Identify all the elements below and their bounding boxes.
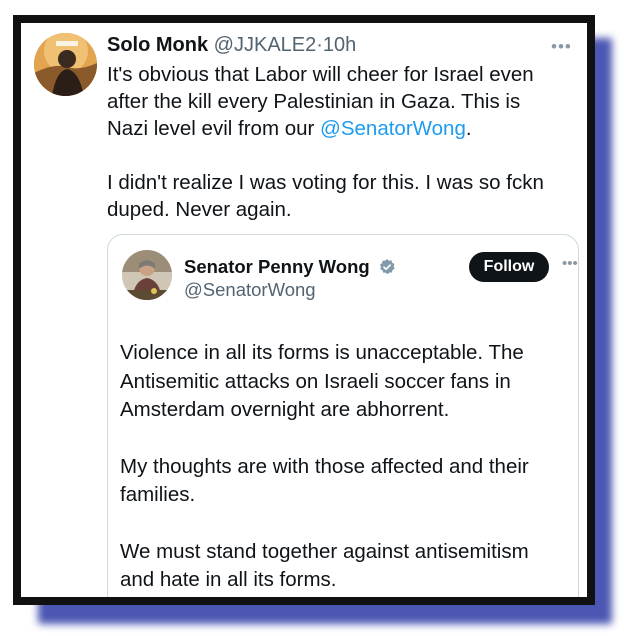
text-line: duped. Never again.	[107, 198, 292, 221]
quoted-tweet-text: Violence in all its forms is unacceptabl…	[120, 339, 570, 595]
text-line: Nazi level evil from our @SenatorWong.	[107, 115, 577, 142]
timestamp[interactable]: 10h	[323, 34, 356, 56]
follow-button[interactable]: Follow	[469, 252, 549, 282]
text-line: and hate in all its forms.	[120, 568, 337, 591]
text-line: My thoughts are with those affected and …	[120, 454, 529, 478]
avatar-illustration	[34, 33, 97, 96]
quoted-avatar[interactable]	[122, 250, 172, 300]
separator-dot: ·	[316, 34, 323, 56]
text-line: We must stand together against antisemit…	[120, 539, 529, 563]
avatar[interactable]	[34, 33, 97, 96]
text-line: Violence in all its forms is unacceptabl…	[120, 341, 524, 364]
verified-badge-icon	[378, 258, 396, 281]
quoted-tweet[interactable]: Senator Penny Wong @SenatorWong Follow •…	[107, 234, 579, 597]
quoted-author-handle[interactable]: @SenatorWong	[184, 279, 316, 301]
quoted-author-name-text: Senator Penny Wong	[184, 256, 370, 277]
ellipsis-icon[interactable]: •••	[562, 255, 578, 272]
text-line: Antisemitic attacks on Israeli soccer fa…	[120, 369, 511, 393]
text-line: I didn't realize I was voting for this. …	[107, 171, 544, 194]
text-line: It's obvious that Labor will cheer for I…	[107, 63, 534, 86]
text-fragment: .	[465, 117, 472, 140]
tweet-card: Solo Monk @JJKALE2·10h ••• It's obvious …	[21, 23, 587, 597]
author-name[interactable]: Solo Monk	[107, 34, 208, 56]
quoted-avatar-photo	[122, 250, 172, 300]
tweet-header: Solo Monk @JJKALE2·10h	[107, 34, 356, 57]
text-line: families.	[120, 483, 196, 506]
text-line: Amsterdam overnight are abhorrent.	[120, 398, 450, 421]
author-handle[interactable]: @JJKALE2	[214, 34, 317, 56]
mention-link[interactable]: @SenatorWong	[320, 117, 466, 140]
tweet-text: It's obvious that Labor will cheer for I…	[107, 61, 577, 223]
text-line: after the kill every Palestinian in Gaza…	[107, 90, 521, 113]
ellipsis-icon[interactable]: •••	[551, 37, 572, 57]
quoted-author-name[interactable]: Senator Penny Wong	[184, 256, 396, 281]
text-fragment: Nazi level evil from our	[107, 117, 321, 140]
